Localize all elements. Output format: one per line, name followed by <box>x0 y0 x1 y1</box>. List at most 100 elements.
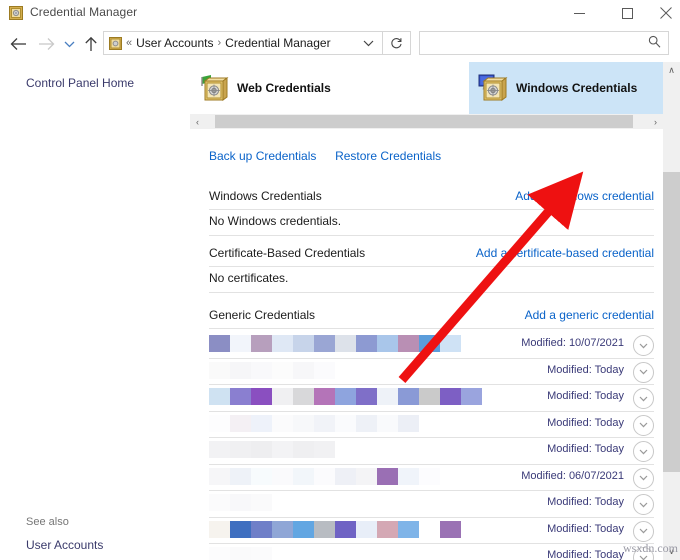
see-also-label: See also <box>26 516 69 528</box>
modified-date: Modified: 06/07/2021 <box>521 470 624 482</box>
chevron-down-icon[interactable] <box>355 31 382 55</box>
chevron-down-icon[interactable] <box>633 415 654 436</box>
redacted-credential-name <box>209 547 272 560</box>
add-generic-credential-link[interactable]: Add a generic credential <box>525 308 654 322</box>
redacted-credential-name <box>209 335 461 352</box>
up-button[interactable] <box>79 28 103 60</box>
vertical-scrollbar[interactable]: ∧ ∨ <box>663 62 680 560</box>
table-row[interactable]: Modified: Today <box>209 360 654 384</box>
tab-windows-credentials[interactable]: Windows Credentials <box>469 62 663 114</box>
section-certificate-credentials-title: Certificate-Based Credentials <box>209 246 365 260</box>
add-windows-credential-link[interactable]: Add a Windows credential <box>515 189 654 203</box>
chevron-down-icon[interactable] <box>633 521 654 542</box>
chevron-down-icon[interactable] <box>633 468 654 489</box>
maximize-button[interactable] <box>604 0 650 26</box>
redacted-credential-name <box>209 468 440 485</box>
left-pane: Control Panel Home See also User Account… <box>0 62 190 560</box>
section-windows-credentials: Windows Credentials Add a Windows creden… <box>209 185 654 211</box>
breadcrumb-credential-manager[interactable]: Credential Manager <box>225 36 330 50</box>
table-row[interactable]: Modified: Today <box>209 492 654 516</box>
title-bar: Credential Manager <box>0 0 680 26</box>
horizontal-scrollbar-thumb[interactable] <box>215 115 633 128</box>
restore-credentials-link[interactable]: Restore Credentials <box>335 149 441 163</box>
address-vault-icon <box>109 37 122 50</box>
recent-locations-icon[interactable] <box>59 28 79 60</box>
divider <box>209 209 654 210</box>
redacted-credential-name <box>209 521 461 538</box>
redacted-credential-name <box>209 494 272 511</box>
table-row[interactable]: Modified: Today <box>209 545 654 560</box>
modified-date: Modified: Today <box>547 417 624 429</box>
section-windows-credentials-title: Windows Credentials <box>209 189 322 203</box>
divider <box>209 490 654 491</box>
credential-manager-window: Credential Manager <box>0 0 680 560</box>
scroll-up-icon[interactable]: ∧ <box>663 62 680 79</box>
windows-credentials-empty-text: No Windows credentials. <box>209 214 341 228</box>
watermark: wsxdn.com <box>623 541 678 556</box>
window-title: Credential Manager <box>30 5 137 19</box>
minimize-button[interactable] <box>556 0 602 26</box>
table-row[interactable]: Modified: 06/07/2021 <box>209 466 654 490</box>
breadcrumb-overflow[interactable]: « <box>122 37 136 49</box>
redacted-credential-name <box>209 362 335 379</box>
redacted-credential-name <box>209 388 482 405</box>
tab-web-credentials-label: Web Credentials <box>237 81 331 95</box>
modified-date: Modified: Today <box>547 523 624 535</box>
credential-list: Back up Credentials Restore Credentials … <box>190 129 663 560</box>
modified-date: Modified: Today <box>547 443 624 455</box>
add-certificate-credential-link[interactable]: Add a certificate-based credential <box>476 246 654 260</box>
chevron-down-icon[interactable] <box>633 362 654 383</box>
windows-vault-icon <box>477 72 509 104</box>
divider <box>209 464 654 465</box>
section-certificate-credentials: Certificate-Based Credentials Add a cert… <box>209 242 654 268</box>
back-button[interactable] <box>5 28 31 60</box>
section-generic-credentials: Generic Credentials Add a generic creden… <box>209 304 654 330</box>
certificate-credentials-empty-text: No certificates. <box>209 271 288 285</box>
content-pane: Web Credentials <box>190 62 663 560</box>
web-vault-icon <box>198 72 230 104</box>
scroll-right-icon[interactable]: › <box>648 114 663 129</box>
search-icon[interactable] <box>648 35 661 51</box>
tab-web-credentials[interactable]: Web Credentials <box>190 62 469 114</box>
divider <box>209 517 654 518</box>
divider <box>209 328 654 329</box>
table-row[interactable]: Modified: Today <box>209 439 654 463</box>
forward-button[interactable] <box>33 28 59 60</box>
breadcrumb-user-accounts[interactable]: User Accounts <box>136 36 213 50</box>
vertical-scrollbar-thumb[interactable] <box>663 172 680 472</box>
search-input[interactable] <box>426 35 648 51</box>
divider <box>209 266 654 267</box>
divider <box>209 543 654 544</box>
chevron-down-icon[interactable] <box>633 494 654 515</box>
chevron-down-icon[interactable] <box>633 441 654 462</box>
breadcrumb-separator-icon: › <box>214 37 226 49</box>
backup-restore-links: Back up Credentials Restore Credentials <box>209 149 441 163</box>
modified-date: Modified: Today <box>547 549 624 560</box>
table-row[interactable]: Modified: 10/07/2021 <box>209 333 654 357</box>
table-row[interactable]: Modified: Today <box>209 519 654 543</box>
horizontal-scrollbar[interactable]: ‹ › <box>190 114 663 129</box>
tab-windows-credentials-label: Windows Credentials <box>516 81 637 95</box>
divider <box>209 384 654 385</box>
divider <box>209 411 654 412</box>
modified-date: Modified: Today <box>547 390 624 402</box>
divider <box>209 437 654 438</box>
close-button[interactable] <box>652 0 680 26</box>
redacted-credential-name <box>209 415 419 432</box>
chevron-down-icon[interactable] <box>633 388 654 409</box>
table-row[interactable]: Modified: Today <box>209 386 654 410</box>
modified-date: Modified: Today <box>547 364 624 376</box>
backup-credentials-link[interactable]: Back up Credentials <box>209 149 316 163</box>
sidebar-item-control-panel-home[interactable]: Control Panel Home <box>26 76 134 90</box>
vault-icon <box>9 6 23 20</box>
search-box[interactable] <box>419 31 669 55</box>
address-bar[interactable]: « User Accounts › Credential Manager <box>103 31 383 55</box>
divider <box>209 235 654 236</box>
sidebar-item-user-accounts[interactable]: User Accounts <box>26 538 103 552</box>
table-row[interactable]: Modified: Today <box>209 413 654 437</box>
divider <box>209 358 654 359</box>
scroll-left-icon[interactable]: ‹ <box>190 114 205 129</box>
divider <box>209 292 654 293</box>
refresh-button[interactable] <box>383 31 411 55</box>
chevron-down-icon[interactable] <box>633 335 654 356</box>
